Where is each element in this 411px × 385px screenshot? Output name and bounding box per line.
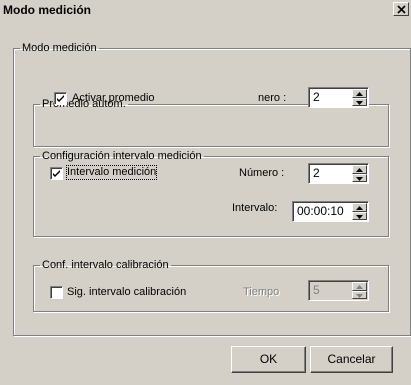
- tiempo-spin-down: [352, 290, 367, 299]
- ok-button-label: OK: [259, 352, 278, 366]
- close-icon: [397, 5, 406, 14]
- arrow-down-icon: [356, 214, 363, 219]
- checkmark-icon: [53, 170, 60, 177]
- numero-label: Número :: [239, 167, 285, 179]
- window-title: Modo medición: [3, 3, 91, 17]
- ok-button[interactable]: OK: [231, 346, 306, 373]
- cancel-button-label: Cancelar: [327, 352, 376, 366]
- intervalo-spin-up[interactable]: [352, 203, 367, 212]
- arrow-up-icon: [356, 206, 363, 210]
- tiempo-spin-up: [352, 282, 367, 291]
- tiempo-label: Tiempo: [243, 286, 280, 298]
- numero-spin-up[interactable]: [352, 165, 367, 174]
- numero-stepper[interactable]: 2: [308, 163, 369, 184]
- activar-promedio-checkbox[interactable]: [54, 92, 67, 105]
- checkmark-icon: [57, 95, 64, 102]
- group-modo-medicion-legend: Modo medición: [22, 42, 97, 54]
- promedio-spin-up[interactable]: [352, 89, 367, 98]
- sig-intervalo-calibracion-checkbox[interactable]: [50, 286, 63, 299]
- arrow-up-icon: [356, 168, 363, 172]
- title-bar: Modo medición: [0, 0, 411, 20]
- cancel-button[interactable]: Cancelar: [310, 346, 393, 373]
- sig-intervalo-calibracion-label[interactable]: Sig. intervalo calibración: [67, 286, 186, 299]
- arrow-up-icon: [356, 285, 363, 289]
- group-configuracion-legend: Configuración intervalo medición: [42, 150, 202, 162]
- tiempo-value: 5: [313, 283, 320, 297]
- arrow-down-icon: [356, 100, 363, 105]
- close-button[interactable]: [393, 2, 409, 16]
- arrow-down-icon: [356, 176, 363, 181]
- intervalo-medicion-label[interactable]: Intervalo medición: [65, 165, 158, 180]
- intervalo-value: 00:00:10: [297, 204, 344, 218]
- arrow-down-icon: [356, 293, 363, 298]
- group-calibracion-legend: Conf. intervalo calibración: [42, 259, 169, 271]
- promedio-spin-down[interactable]: [352, 97, 367, 106]
- arrow-up-icon: [356, 92, 363, 96]
- numero-spin-down[interactable]: [352, 173, 367, 182]
- intervalo-spin-down[interactable]: [352, 211, 367, 220]
- intervalo-medicion-checkbox[interactable]: [50, 167, 63, 180]
- activar-promedio-label[interactable]: Activar promedio: [72, 92, 155, 105]
- numero-value: 2: [313, 166, 320, 180]
- tiempo-stepper: 5: [308, 280, 369, 301]
- promedio-numero-value: 2: [313, 90, 320, 104]
- numero-label-promedio: nero :: [258, 92, 287, 104]
- promedio-numero-stepper[interactable]: 2: [308, 87, 369, 108]
- intervalo-label: Intervalo:: [232, 202, 278, 214]
- intervalo-stepper[interactable]: 00:00:10: [292, 201, 369, 222]
